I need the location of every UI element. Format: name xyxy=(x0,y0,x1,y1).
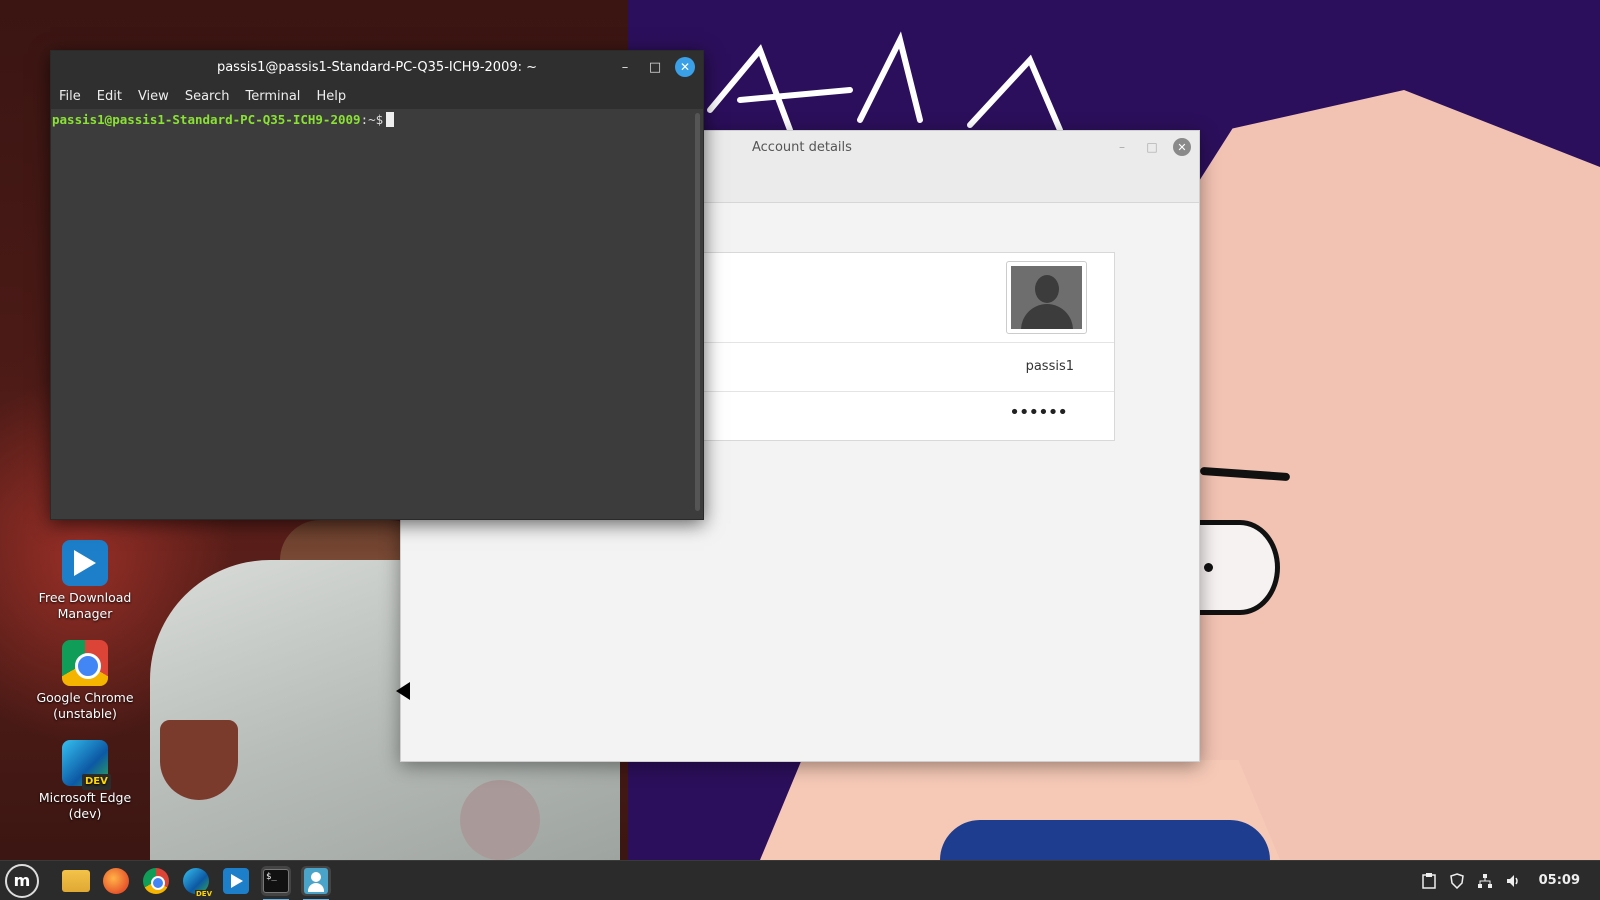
mouse-pointer-icon xyxy=(396,682,410,700)
taskbar-edge[interactable]: DEV xyxy=(181,866,213,898)
taskbar-user-accounts[interactable] xyxy=(301,865,331,900)
fdm-icon xyxy=(223,867,249,894)
desktop-icon-label: Microsoft Edge xyxy=(38,790,132,805)
desktop-icon-label: (unstable) xyxy=(53,706,117,721)
avatar-button[interactable] xyxy=(1006,261,1087,334)
close-button[interactable]: ✕ xyxy=(675,57,695,77)
prompt-path: :~$ xyxy=(360,112,384,127)
text-cursor xyxy=(386,112,395,127)
menu-file[interactable]: File xyxy=(59,89,81,104)
terminal-window: passis1@passis1-Standard-PC-Q35-ICH9-200… xyxy=(50,50,704,520)
wallpaper-anime-collar xyxy=(940,820,1270,860)
desktop-icon-label: Manager xyxy=(57,606,113,621)
window-title: passis1@passis1-Standard-PC-Q35-ICH9-200… xyxy=(216,60,538,75)
menu-help[interactable]: Help xyxy=(316,89,346,104)
username-value: passis1 xyxy=(1025,359,1074,374)
prompt-user-host: passis1@passis1-Standard-PC-Q35-ICH9-200… xyxy=(52,112,361,127)
taskbar-apps: DEV $_ xyxy=(61,865,331,900)
dev-badge: DEV xyxy=(82,774,111,790)
minimize-button[interactable]: – xyxy=(1113,138,1131,156)
terminal-scrollbar[interactable] xyxy=(695,113,700,511)
avatar-head xyxy=(1035,275,1059,303)
system-tray: 05:09 xyxy=(1421,872,1600,889)
menu-terminal[interactable]: Terminal xyxy=(245,89,300,104)
terminal-body[interactable]: passis1@passis1-Standard-PC-Q35-ICH9-200… xyxy=(51,109,691,519)
window-controls: – □ ✕ xyxy=(1113,138,1191,156)
window-title: Account details xyxy=(752,140,852,155)
desktop-icon-chrome[interactable]: Google Chrome (unstable) xyxy=(30,640,140,722)
maximize-button[interactable]: □ xyxy=(1143,138,1161,156)
taskbar-files[interactable] xyxy=(61,866,91,896)
wallpaper-club-crest xyxy=(460,780,540,860)
taskbar: m DEV $_ 05:09 xyxy=(0,860,1600,900)
avatar-body xyxy=(1021,304,1073,329)
volume-icon[interactable] xyxy=(1505,873,1521,889)
shield-icon[interactable] xyxy=(1449,872,1465,889)
wallpaper-anime-pupil xyxy=(1204,563,1213,572)
terminal-titlebar[interactable]: passis1@passis1-Standard-PC-Q35-ICH9-200… xyxy=(51,51,703,84)
menu-edit[interactable]: Edit xyxy=(97,89,122,104)
minimize-button[interactable]: – xyxy=(615,57,635,77)
clock[interactable]: 05:09 xyxy=(1539,873,1580,888)
start-menu-button[interactable]: m xyxy=(5,863,39,898)
desktop-icon-label: Free Download xyxy=(38,590,132,605)
desktop-icon-edge[interactable]: DEV Microsoft Edge (dev) xyxy=(30,740,140,822)
taskbar-firefox[interactable] xyxy=(101,866,131,896)
chrome-icon xyxy=(62,640,108,686)
terminal-icon: $_ xyxy=(263,868,289,893)
terminal-menubar: File Edit View Search Terminal Help xyxy=(51,84,703,109)
desktop-icon-label: Google Chrome xyxy=(36,690,134,705)
window-controls: – □ ✕ xyxy=(615,57,695,77)
close-button[interactable]: ✕ xyxy=(1173,138,1191,156)
dev-badge: DEV xyxy=(194,889,213,898)
desktop-icon-label: (dev) xyxy=(68,806,102,821)
clipboard-icon[interactable] xyxy=(1421,872,1437,889)
avatar-placeholder-icon xyxy=(1011,266,1082,329)
taskbar-chrome[interactable] xyxy=(141,866,171,896)
edge-dev-icon: DEV xyxy=(62,740,111,790)
firefox-icon xyxy=(103,867,129,894)
files-icon xyxy=(62,869,90,892)
menu-view[interactable]: View xyxy=(138,89,169,104)
mint-logo-icon: m xyxy=(13,871,31,890)
wallpaper-fifa-badge xyxy=(160,720,238,800)
maximize-button[interactable]: □ xyxy=(645,57,665,77)
menu-search[interactable]: Search xyxy=(185,89,230,104)
network-icon[interactable] xyxy=(1477,873,1493,889)
password-value: •••••• xyxy=(1009,402,1068,423)
fdm-icon xyxy=(62,540,108,586)
user-accounts-icon xyxy=(304,867,328,894)
desktop-icon-fdm[interactable]: Free Download Manager xyxy=(30,540,140,622)
chrome-icon xyxy=(143,867,169,894)
taskbar-fdm[interactable] xyxy=(221,866,251,896)
taskbar-terminal[interactable]: $_ xyxy=(261,865,291,900)
